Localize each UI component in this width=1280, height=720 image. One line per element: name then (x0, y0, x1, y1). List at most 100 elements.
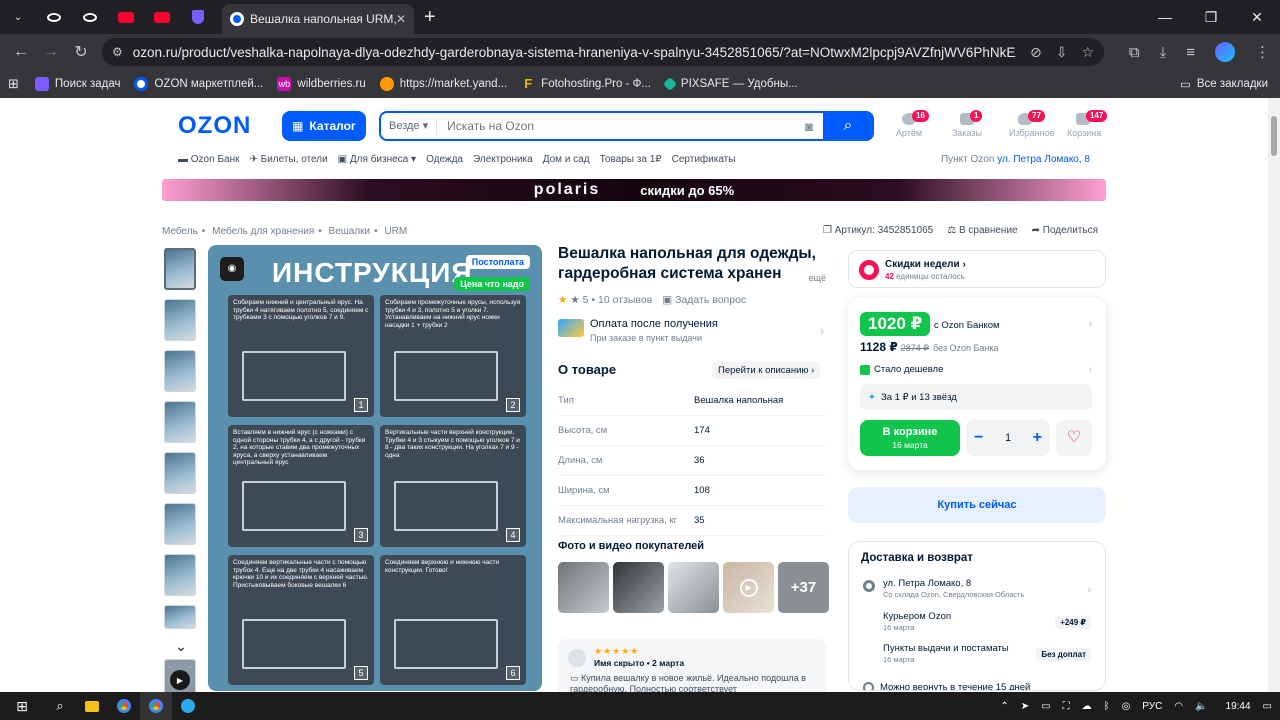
courier-option[interactable]: Курьером Ozon 16 марта (883, 611, 951, 632)
back-icon[interactable]: ← (6, 43, 36, 61)
cloud-tray-icon[interactable]: ☁ (1082, 701, 1092, 712)
gallery-thumbnail[interactable] (164, 452, 196, 494)
screen-tray-icon[interactable]: ▭ (1041, 701, 1050, 712)
go-to-description-link[interactable]: Перейти к описанию › (712, 362, 821, 379)
close-tab-icon[interactable]: ✕ (396, 12, 406, 26)
breadcrumb-item[interactable]: Вешалки (329, 226, 371, 237)
bookmark-item[interactable]: https://market.yand... (379, 77, 507, 91)
downloads-icon[interactable]: ⤓ (1160, 44, 1167, 61)
wifi-icon[interactable]: ◠ (1174, 701, 1183, 712)
catalog-button[interactable]: ▦ Каталог (282, 111, 366, 141)
profile-avatar-icon[interactable] (1215, 42, 1235, 62)
scrollbar-thumb[interactable] (1271, 116, 1277, 156)
pinned-tab-1[interactable] (36, 0, 72, 34)
chrome-icon[interactable] (108, 692, 140, 720)
decrease-button[interactable]: − (974, 429, 983, 447)
menu-item-home[interactable]: Дом и сад (543, 154, 590, 165)
all-bookmarks[interactable]: ▭ Все закладки (1180, 77, 1268, 91)
keyboard-language[interactable]: РУС (1142, 701, 1162, 712)
pinned-tab-youtube-1[interactable] (108, 0, 144, 34)
bookmark-item[interactable]: F Fotohosting.Pro - Ф... (521, 77, 651, 91)
pickup-address[interactable]: ул. Петра Ломако, 8 (997, 154, 1090, 165)
telegram-icon[interactable] (172, 692, 204, 720)
search-input[interactable] (437, 119, 806, 133)
volume-icon[interactable]: 🔈 (1195, 701, 1207, 712)
orders-link[interactable]: 1 Заказы (951, 110, 983, 138)
site-info-icon[interactable]: ⚙ (112, 45, 123, 59)
install-app-icon[interactable]: ⇩ (1056, 44, 1068, 61)
in-cart-button[interactable]: В корзине 16 марта (860, 420, 960, 456)
browser-menu-icon[interactable]: ⋮ (1255, 43, 1270, 61)
customer-photo[interactable] (668, 562, 719, 613)
article-copy[interactable]: ❐ Артикул: 3452851065 (823, 225, 933, 236)
menu-item-business[interactable]: ▣ Для бизнеса ▾ (338, 154, 416, 165)
bookmark-star-icon[interactable]: ☆ (1081, 44, 1094, 61)
maximize-icon[interactable]: ❐ (1188, 0, 1234, 34)
new-tab-button[interactable]: + (424, 6, 436, 29)
tray-overflow-icon[interactable]: ⌃ (1000, 701, 1008, 712)
telegram-tray-icon[interactable]: ➤ (1021, 701, 1029, 712)
pickup-point[interactable]: Пункт Ozon ул. Петра Ломако, 8 (941, 154, 1090, 165)
menu-item-one-ruble[interactable]: Товары за 1₽ (600, 154, 662, 165)
menu-item-tickets[interactable]: ✈ Билеты, отели (249, 154, 327, 165)
media-controls-icon[interactable]: ≡ (1186, 44, 1195, 61)
compare-button[interactable]: ⚖ В сравнение (947, 225, 1017, 236)
gallery-video-thumbnail[interactable]: ▶ (164, 659, 196, 692)
review-card[interactable]: ★★★★★ Имя скрыто • 2 марта ▭ Купила веша… (558, 639, 826, 692)
pickup-option[interactable]: Пункты выдачи и постаматы 16 марта (883, 643, 1009, 664)
gallery-thumbnail[interactable] (164, 248, 196, 290)
chevron-right-icon[interactable]: › (1087, 584, 1091, 596)
profile-link[interactable]: 16 Артём (893, 110, 929, 138)
breadcrumb-item[interactable]: URM (384, 226, 407, 237)
bookmark-item[interactable]: wb wildberries.ru (277, 77, 366, 91)
chevron-right-icon[interactable]: › (1088, 318, 1092, 330)
reviews-link[interactable]: ★ ★ 5 • 10 отзывов (558, 294, 652, 306)
menu-item-certificates[interactable]: Сертификаты (672, 154, 736, 165)
bookmark-item[interactable]: OZON маркетплей... (134, 77, 263, 91)
reload-icon[interactable]: ↻ (66, 42, 96, 62)
pinned-tab-2[interactable] (72, 0, 108, 34)
pay-after-receipt[interactable]: Оплата после получения При заказе в пунк… (558, 316, 826, 346)
gallery-scroll-down-icon[interactable]: ⌄ (164, 638, 198, 655)
gallery-thumbnail[interactable] (164, 503, 196, 545)
favorites-link[interactable]: 77 Избранное (1009, 110, 1055, 138)
extensions-icon[interactable]: ⧉ (1129, 44, 1140, 61)
gallery-thumbnail[interactable] (164, 401, 196, 443)
windows-start-icon[interactable]: ⊞ (0, 692, 44, 720)
eye-off-icon[interactable]: ⊘ (1030, 44, 1042, 61)
customer-photo[interactable] (558, 562, 609, 613)
menu-item-electronics[interactable]: Электроника (473, 154, 533, 165)
price-dropped[interactable]: Стало дешевле (860, 364, 943, 375)
gallery-thumbnail[interactable] (164, 299, 196, 341)
ozon-logo[interactable]: OZON (178, 112, 251, 140)
apps-grid-icon[interactable]: ⊞ (8, 76, 19, 92)
chevron-right-icon[interactable]: › (1088, 364, 1092, 376)
notification-icon[interactable]: ▭ (1263, 701, 1272, 712)
close-window-icon[interactable]: ✕ (1234, 0, 1280, 34)
menu-item-clothes[interactable]: Одежда (426, 154, 463, 165)
url-text[interactable]: ozon.ru/product/veshalka-napolnaya-dlya-… (133, 45, 1016, 60)
omnibox[interactable]: ⚙ ozon.ru/product/veshalka-napolnaya-dly… (102, 38, 1104, 66)
customer-video[interactable]: ▶ (723, 562, 774, 613)
promo-banner[interactable]: polaris скидки до 65% (162, 179, 1106, 201)
breadcrumb-item[interactable]: Мебель для хранения (212, 226, 314, 237)
cart-link[interactable]: 147 Корзина (1067, 110, 1108, 138)
week-deals[interactable]: Скидки недели › 42 единицы осталось (848, 250, 1106, 288)
forward-icon[interactable]: → (36, 43, 66, 61)
stars-offer[interactable]: ✦ За 1 ₽ и 13 звёзд (860, 384, 1092, 410)
main-product-image[interactable]: ◉ ИНСТРУКЦИЯ Постоплата Цена что надо Со… (208, 245, 542, 691)
pinned-tab-u[interactable] (180, 0, 216, 34)
page-scrollbar[interactable] (1268, 98, 1280, 692)
clock[interactable]: 19:44 (1226, 701, 1251, 712)
minimize-icon[interactable]: — (1142, 0, 1188, 34)
bookmark-item[interactable]: PIXSAFE — Удобны... (662, 76, 798, 92)
search-icon[interactable]: ⌕ (44, 692, 76, 720)
gallery-thumbnail[interactable] (164, 350, 196, 392)
return-policy[interactable]: Можно вернуть в течение 15 дней (863, 682, 1030, 690)
capture-tray-icon[interactable]: ⛶ (1063, 701, 1070, 712)
buy-now-button[interactable]: Купить сейчас (848, 487, 1106, 523)
gallery-thumbnail[interactable] (164, 554, 196, 596)
search-scope-select[interactable]: Везде ▾ (381, 117, 438, 135)
more-photos-button[interactable]: +37 (778, 562, 829, 613)
ask-question-link[interactable]: ▣ Задать вопрос (662, 294, 746, 306)
